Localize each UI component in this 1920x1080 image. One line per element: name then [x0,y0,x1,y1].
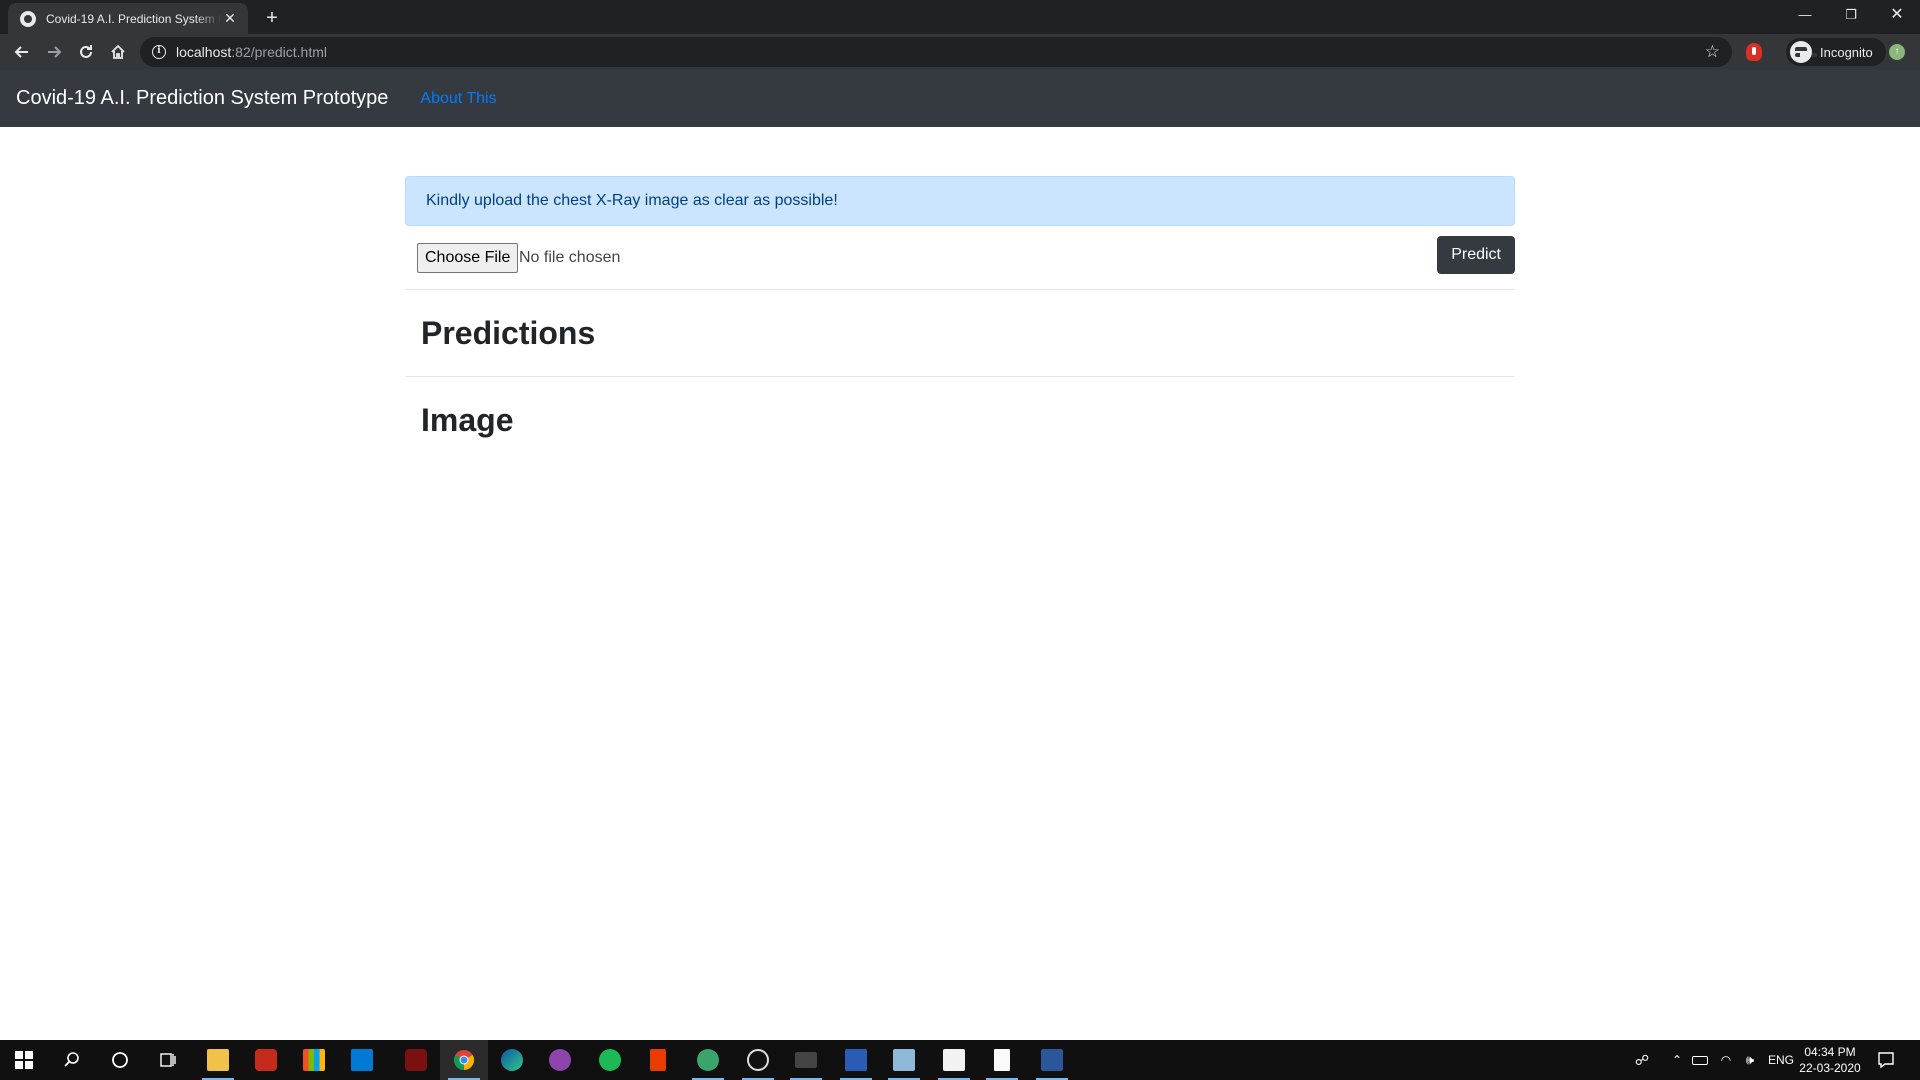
restore-button[interactable]: ❐ [1828,0,1874,30]
notes-icon [893,1049,915,1071]
page-navbar: Covid-19 A.I. Prediction System Prototyp… [0,70,1920,127]
wifi-icon[interactable]: ◠ [1718,1053,1734,1067]
browser-tab[interactable]: Covid-19 A.I. Prediction System Prototyp… [8,3,248,34]
upload-form: Choose File No file chosen Predict [405,235,1515,289]
incognito-icon [1790,41,1817,63]
main-container: Kindly upload the chest X-Ray image as c… [405,176,1515,463]
photos-app[interactable] [930,1040,978,1080]
url-host: localhost [176,44,232,60]
store-app[interactable] [290,1040,338,1080]
windows-logo-icon [15,1051,33,1069]
word-icon [1041,1049,1063,1071]
media-app[interactable] [392,1040,440,1080]
navbar-brand[interactable]: Covid-19 A.I. Prediction System Prototyp… [16,87,388,110]
gear-icon [255,1049,277,1071]
globe-icon [20,10,36,27]
network-app[interactable] [734,1040,782,1080]
minimize-button[interactable]: — [1782,0,1828,30]
incognito-label: Incognito [1820,44,1873,60]
chrome-icon [453,1050,475,1071]
terminal-icon [795,1052,817,1068]
browser-toolbar: i localhost:82/predict.html ☆ Incognito … [0,34,1920,70]
store-bag-icon [303,1049,325,1071]
about-link[interactable]: About This [420,90,496,108]
update-icon[interactable]: ↑ [1889,44,1905,60]
start-button[interactable] [0,1040,48,1080]
clock-time: 04:34 PM [1804,1045,1856,1059]
system-clock[interactable]: 04:34 PM 22-03-2020 [1790,1044,1870,1076]
spotify-app[interactable] [586,1040,634,1080]
powershell-app[interactable] [832,1040,880,1080]
browser-tab-strip: Covid-19 A.I. Prediction System Prototyp… [0,0,1920,34]
document-icon [994,1049,1010,1071]
github-icon [549,1049,571,1071]
arrow-left-icon [14,46,28,58]
chrome-app[interactable] [440,1040,488,1080]
incognito-badge[interactable]: Incognito [1786,38,1886,66]
mail-icon [351,1049,373,1071]
github-desktop-app[interactable] [536,1040,584,1080]
close-window-button[interactable]: ✕ [1874,0,1920,30]
cortana-icon [112,1052,128,1068]
new-tab-button[interactable]: + [258,4,286,32]
folder-icon [207,1049,229,1071]
word-app[interactable] [1028,1040,1076,1080]
alert-text: Kindly upload the chest X-Ray image as c… [426,192,838,209]
home-icon [111,44,125,59]
jupyter-app[interactable] [684,1040,732,1080]
close-tab-icon[interactable]: ✕ [222,10,238,27]
clock-date: 22-03-2020 [1799,1061,1861,1075]
notepad-app[interactable] [978,1040,1026,1080]
people-icon[interactable]: ☍ [1630,1052,1654,1069]
cortana-button[interactable] [96,1040,144,1080]
tab-title: Covid-19 A.I. Prediction System Prototyp… [46,11,221,26]
reload-button[interactable] [70,36,102,68]
address-bar[interactable]: i localhost:82/predict.html ☆ [140,37,1732,67]
edge-app[interactable] [488,1040,536,1080]
battery-icon[interactable] [1692,1055,1708,1065]
asterisk-icon [747,1049,769,1071]
image-heading: Image [421,401,514,438]
settings-app[interactable] [242,1040,290,1080]
edge-icon [501,1049,523,1071]
powershell-icon [845,1049,867,1071]
action-center-button[interactable] [1862,1040,1910,1080]
system-tray: ☍ ⌃ ◠ 🕪 ENG [1630,1040,1794,1080]
mail-app[interactable] [338,1040,386,1080]
url-text: localhost:82/predict.html [176,44,327,60]
windows-taskbar: ☍ ⌃ ◠ 🕪 ENG 04:34 PM 22-03-2020 [0,1040,1920,1080]
media-icon [405,1049,427,1071]
home-button[interactable] [102,36,134,68]
bookmark-star-icon[interactable]: ☆ [1705,42,1720,62]
choose-file-button[interactable]: Choose File [417,243,519,273]
file-status: No file chosen [519,249,621,266]
arrow-right-icon [48,46,62,58]
notes-app[interactable] [880,1040,928,1080]
back-button[interactable] [6,36,38,68]
task-view-button[interactable] [144,1040,192,1080]
url-path: :82/predict.html [231,44,327,60]
spotify-icon [599,1049,621,1071]
forward-button[interactable] [38,36,70,68]
terminal-app[interactable] [782,1040,830,1080]
extension-icon[interactable] [1746,43,1762,61]
predictions-heading: Predictions [421,314,596,351]
search-icon [64,1052,79,1067]
info-alert: Kindly upload the chest X-Ray image as c… [405,176,1515,226]
search-button[interactable] [48,1040,96,1080]
photos-icon [943,1049,965,1071]
volume-icon[interactable]: 🕪 [1742,1052,1758,1068]
chevron-up-icon[interactable]: ⌃ [1668,1053,1686,1067]
reload-icon [80,45,92,58]
office-app[interactable] [634,1040,682,1080]
task-view-icon [160,1053,176,1067]
jupyter-icon [697,1049,719,1071]
info-icon[interactable]: i [152,45,166,59]
file-explorer-app[interactable] [194,1040,242,1080]
office-icon [650,1049,666,1071]
predict-button[interactable]: Predict [1437,236,1515,274]
notification-icon [1878,1052,1894,1069]
